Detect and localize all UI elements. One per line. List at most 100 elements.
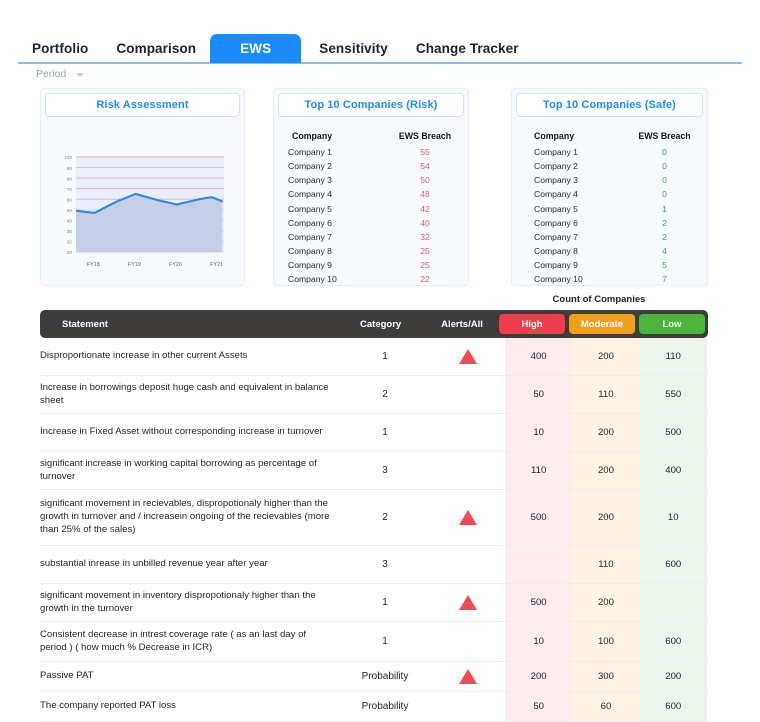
list-item: Company 2 54: [288, 159, 454, 173]
category-value: 1: [382, 427, 388, 438]
badge-low[interactable]: Low: [639, 314, 705, 334]
top10-safe-table: Company EWS Breach Company 1 0 Company 20C…: [512, 117, 707, 286]
list-item: Company 4 0: [526, 187, 693, 201]
ews-breach-value: 42: [420, 203, 430, 214]
company-name: Company 3: [288, 175, 332, 186]
list-item: Company 6 2: [526, 216, 693, 230]
col-alerts-all: Alerts/All: [441, 318, 483, 330]
tab-change-tracker[interactable]: Change Tracker: [402, 34, 533, 63]
category-value: 3: [382, 559, 388, 570]
tab-sensitivity[interactable]: Sensitivity: [305, 34, 402, 63]
high-count: 200: [505, 662, 573, 691]
alerts-cell: [430, 622, 505, 661]
list-item: Company 3 0: [526, 173, 693, 187]
x-axis-tick-label: FY18: [87, 262, 100, 268]
badge-high[interactable]: High: [499, 314, 565, 334]
table-row[interactable]: Consistent decrease in intrest coverage …: [40, 622, 708, 662]
list-item: Company 9 5: [526, 258, 693, 272]
col-statement: Statement: [62, 318, 108, 330]
low-count: 600: [639, 622, 707, 661]
company-name: Company 9: [534, 259, 578, 270]
top10-risk-title: Top 10 Companies (Risk): [278, 93, 464, 117]
table-row[interactable]: significant movement in inventory dispro…: [40, 584, 708, 622]
category-value: 1: [382, 597, 388, 608]
company-name: Company 6: [534, 217, 578, 228]
company-name: Company 10: [288, 273, 337, 284]
company-name: Company 2: [534, 161, 578, 172]
statement-text: significant movement in inventory dispro…: [40, 589, 316, 614]
ews-breach-value: 2: [662, 217, 667, 228]
company-name: Company 1: [534, 147, 578, 158]
high-count: 10: [505, 622, 573, 661]
y-axis-tick-label: 40: [67, 219, 73, 224]
moderate-count: 300: [572, 662, 640, 691]
ews-breach-value: 7: [662, 273, 667, 284]
alert-triangle-icon: [458, 349, 477, 364]
statement-text: Passive PAT: [40, 670, 94, 682]
company-name: Company 3: [534, 175, 578, 186]
list-item: Company 7 32: [288, 230, 454, 244]
company-name: Company 8: [288, 245, 332, 256]
moderate-count: 110: [572, 376, 640, 413]
low-count: 110: [639, 338, 707, 375]
company-name: Company 5: [534, 203, 578, 214]
y-axis-tick-label: 50: [67, 208, 73, 213]
tab-comparison[interactable]: Comparison: [102, 34, 210, 63]
app-page: Portfolio Comparison EWS Sensitivity Cha…: [0, 0, 760, 722]
ews-breach-value: 0: [662, 189, 667, 200]
alert-triangle-icon: [458, 510, 477, 525]
alerts-cell: [430, 692, 505, 721]
high-count: 50: [505, 376, 573, 413]
company-name: Company 7: [288, 231, 332, 242]
table-row[interactable]: significant increase in working capital …: [40, 452, 708, 490]
category-value: 1: [382, 636, 388, 647]
list-item: Company 9 25: [288, 258, 454, 272]
chevron-down-icon: [76, 73, 85, 77]
summary-cards: Risk Assessment 100 90 80 70 60 50 40 30 20 10 FY…: [40, 88, 708, 286]
ews-breach-value: 0: [662, 147, 667, 158]
badge-moderate[interactable]: Moderate: [569, 314, 635, 334]
table-row[interactable]: substantial inrease in unbilled revenue …: [40, 546, 708, 584]
statements-table-header: Statement Category Alerts/All High Moder…: [40, 310, 708, 338]
risk-assessment-chart: 100 90 80 70 60 50 40 30 20 10 FY18 FY19 FY20 FY21: [41, 135, 246, 285]
list-item: Company 3 50: [288, 173, 454, 187]
ews-breach-value: 50: [420, 175, 430, 186]
category-value: Probability: [361, 671, 409, 682]
ews-breach-value: 54: [420, 161, 430, 172]
table-row[interactable]: Passive PAT Probability 200 300 200: [40, 662, 708, 692]
alerts-cell: [430, 338, 505, 375]
period-filter[interactable]: Period: [36, 68, 85, 80]
low-count: 200: [639, 662, 707, 691]
table-row[interactable]: The company reported PAT loss Probability…: [40, 692, 708, 722]
y-axis-tick-label: 100: [64, 155, 72, 160]
x-axis-tick-label: FY21: [210, 262, 223, 268]
alerts-cell: [430, 376, 505, 413]
table-row[interactable]: Disproportionate increase in other curre…: [40, 338, 708, 376]
ews-breach-value: 32: [420, 231, 430, 242]
company-name: Company 4: [534, 189, 578, 200]
list-item: Company 8 4: [526, 244, 693, 258]
col-company: Company: [292, 131, 333, 142]
y-axis-tick-label: 70: [67, 187, 73, 192]
category-value: 2: [382, 389, 388, 400]
high-count: 110: [505, 452, 573, 489]
table-header-row: Company EWS Breach: [526, 129, 693, 143]
tab-portfolio[interactable]: Portfolio: [18, 34, 102, 63]
table-row[interactable]: Increase in borrowings deposit huge cash…: [40, 376, 708, 414]
table-row[interactable]: Increase in Fixed Asset without correspo…: [40, 414, 708, 452]
statement-text: significant increase in working capital …: [40, 457, 317, 482]
category-value: 1: [382, 351, 388, 362]
tab-ews[interactable]: EWS: [210, 33, 302, 63]
low-count: 600: [639, 692, 707, 721]
company-name: Company 6: [288, 217, 332, 228]
table-row[interactable]: significant movement in recievables, dis…: [40, 490, 708, 546]
ews-breach-value: 25: [420, 259, 430, 270]
statements-table-body: Disproportionate increase in other curre…: [40, 338, 708, 722]
moderate-count: 200: [572, 490, 640, 545]
ews-breach-value: 5: [662, 259, 667, 270]
high-count: 50: [505, 692, 573, 721]
low-count: 600: [639, 546, 707, 583]
alerts-cell: [430, 452, 505, 489]
statements-table: Statement Category Alerts/All High Moder…: [40, 310, 708, 722]
top10-safe-card: Top 10 Companies (Safe) Company EWS Brea…: [511, 88, 708, 286]
